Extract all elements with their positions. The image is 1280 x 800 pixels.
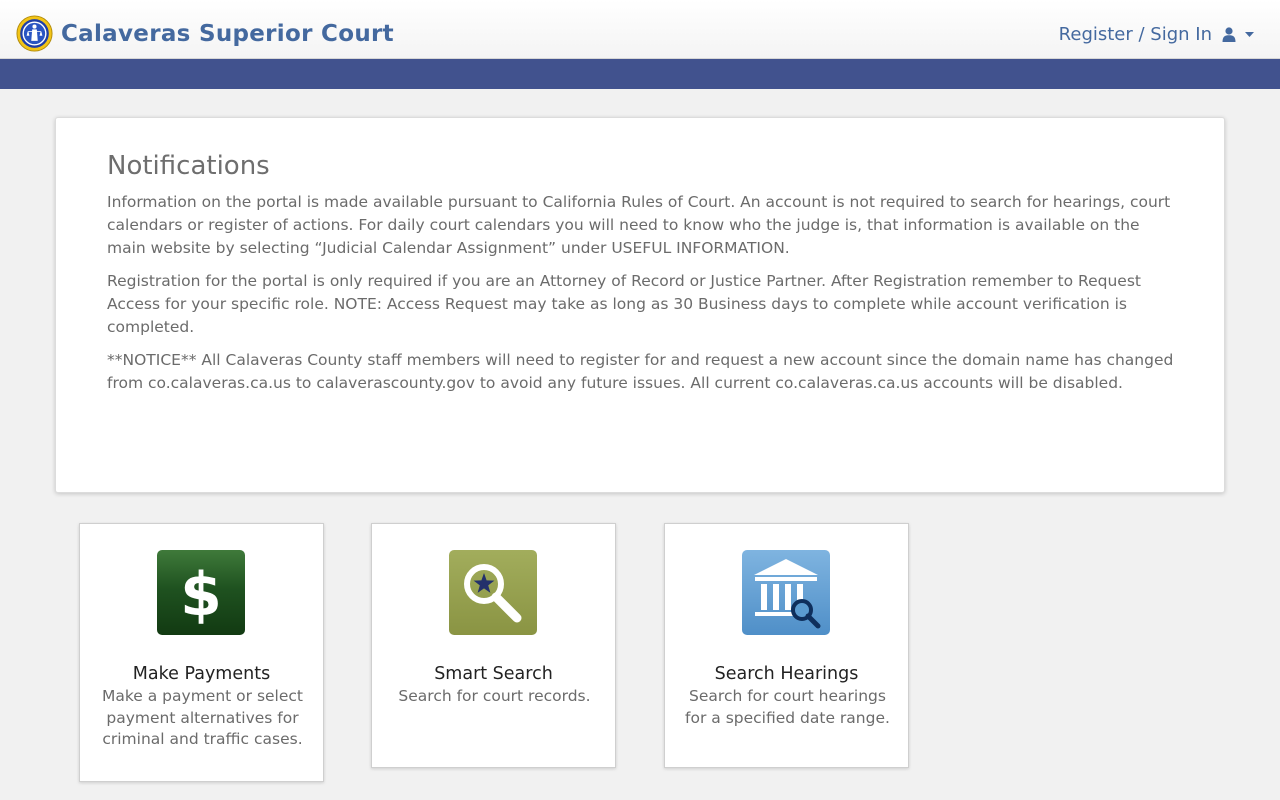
tile-description: Search for court records. <box>398 687 591 705</box>
notifications-body: Information on the portal is made availa… <box>107 191 1182 405</box>
tile-title: Smart Search <box>434 664 553 684</box>
tile-title: Make Payments <box>132 664 271 684</box>
court-seal-icon <box>16 15 53 52</box>
top-navbar: Calaveras Superior Court Register / Sign… <box>0 0 1280 59</box>
user-icon <box>1222 26 1236 42</box>
notification-paragraph: **NOTICE** All Calaveras County staff me… <box>107 351 1174 392</box>
notifications-title: Notifications <box>107 151 270 181</box>
notification-paragraph: Registration for the portal is only requ… <box>107 272 1141 336</box>
search-hearings-tile[interactable]: Search Hearings Search for court hearing… <box>664 523 909 768</box>
brand-link[interactable]: Calaveras Superior Court <box>16 15 394 52</box>
smart-search-tile[interactable]: Smart Search Search for court records. <box>371 523 616 768</box>
svg-text:$: $ <box>180 560 222 630</box>
notifications-panel: Notifications Information on the portal … <box>55 117 1225 493</box>
smart-search-icon <box>449 550 537 635</box>
courthouse-search-icon <box>742 550 830 635</box>
header-accent-bar <box>0 59 1280 89</box>
caret-down-icon <box>1245 31 1254 37</box>
register-signin-dropdown[interactable]: Register / Sign In <box>1059 20 1254 48</box>
make-payments-tile[interactable]: $ Make Payments Make a payment or select… <box>79 523 324 782</box>
site-title: Calaveras Superior Court <box>61 20 394 47</box>
dollar-icon: $ <box>157 550 245 635</box>
tile-title: Search Hearings <box>714 664 859 684</box>
tile-description: Search for court hearings for a specifie… <box>685 687 890 727</box>
signin-label: Register / Sign In <box>1058 23 1212 45</box>
tile-description: Make a payment or select payment alterna… <box>102 687 303 748</box>
notification-paragraph: Information on the portal is made availa… <box>107 193 1171 257</box>
